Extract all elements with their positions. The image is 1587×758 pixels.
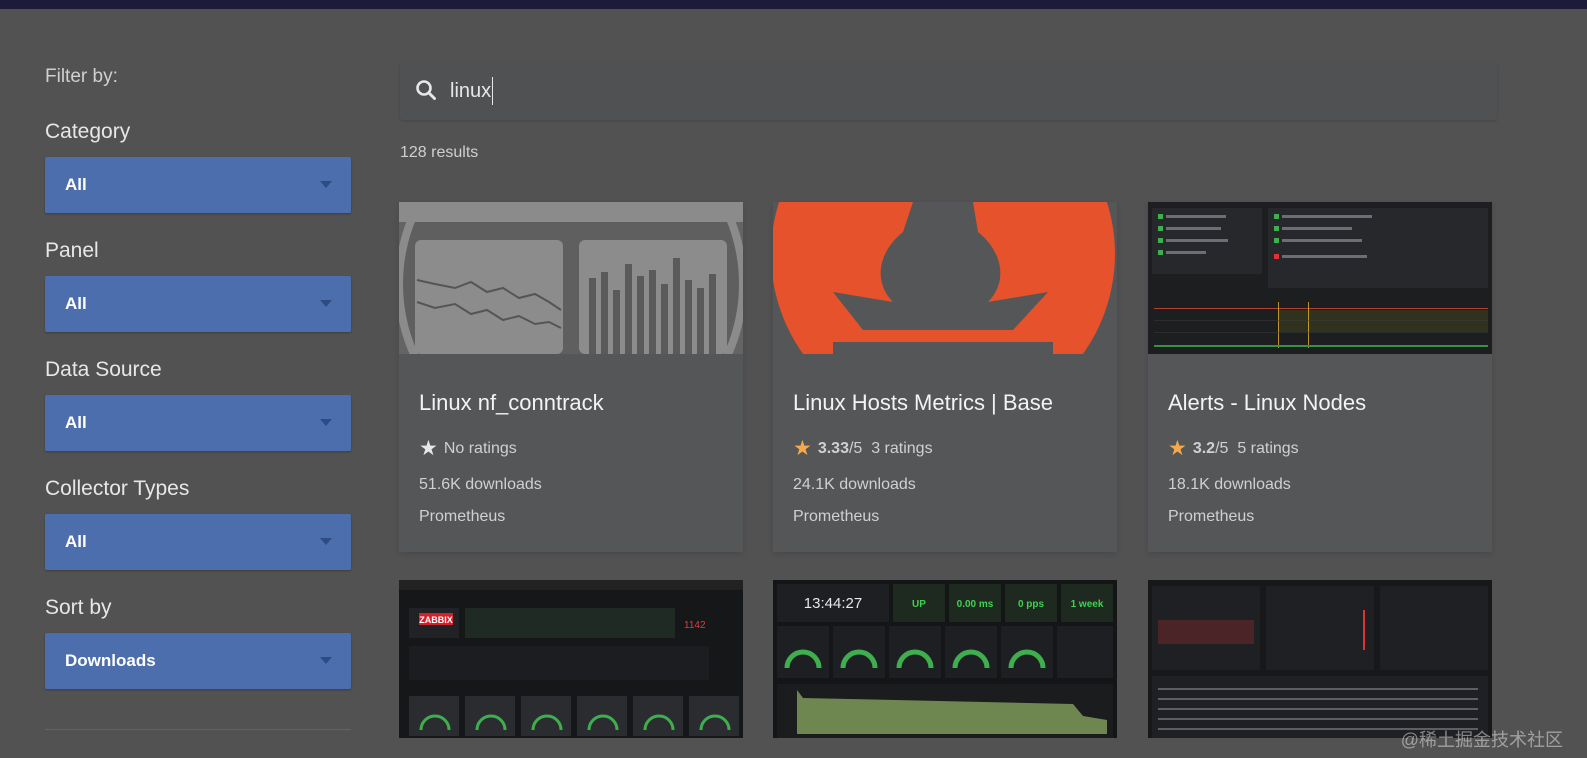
dashboard-card[interactable]: Linux Hosts Metrics | Base ★ 3.33/5 3 ra…	[773, 202, 1117, 552]
card-thumbnail	[1148, 580, 1492, 738]
card-title: Alerts - Linux Nodes	[1168, 390, 1367, 415]
card-rating: ★ 3.2/5 5 ratings	[1168, 437, 1299, 460]
card-title: Linux nf_conntrack	[419, 390, 604, 415]
data-source-label: Data Source	[45, 358, 162, 381]
zabbix-logo-text: ZABBIX	[419, 615, 453, 625]
sort-by-select[interactable]: Downloads	[45, 633, 351, 689]
card-thumbnail	[773, 202, 1117, 354]
clock-value: 13:44:27	[804, 595, 862, 612]
rating-max: /5	[848, 440, 863, 457]
card-title: Linux Hosts Metrics | Base	[793, 390, 1054, 415]
star-icon: ★	[793, 437, 812, 460]
sort-by-group: Sort by Downloads	[45, 595, 351, 689]
watermark: @稀土掘金技术社区	[1400, 730, 1563, 750]
card-thumbnail	[1148, 202, 1492, 354]
search-bar[interactable]: linux	[400, 62, 1497, 120]
category-group: Category All	[45, 119, 351, 213]
sort-by-value: Downloads	[65, 651, 156, 670]
sort-by-label: Sort by	[45, 596, 112, 619]
card-rating: ★ 3.33/5 3 ratings	[793, 437, 933, 460]
top-nav-bar	[0, 0, 1587, 9]
collector-types-label: Collector Types	[45, 477, 190, 500]
collector-types-value: All	[65, 532, 87, 551]
card-downloads: 51.6K downloads	[419, 476, 542, 493]
panel-select[interactable]: All	[45, 276, 351, 332]
search-icon	[416, 80, 436, 100]
packets-stat: 0 pps	[1018, 599, 1045, 610]
panel-group: Panel All	[45, 238, 351, 332]
panel-value: All	[65, 294, 87, 313]
card-thumbnail: 13:44:27 UP 0.00 ms 0 pps 1 week	[773, 580, 1117, 738]
zabbix-stat-value: 1142	[684, 620, 706, 631]
category-label: Category	[45, 120, 131, 143]
caret-down-icon	[320, 419, 332, 426]
card-thumbnail	[399, 202, 743, 354]
filter-by-label: Filter by:	[45, 66, 118, 87]
caret-down-icon	[320, 538, 332, 545]
caret-down-icon	[320, 300, 332, 307]
data-source-value: All	[65, 413, 87, 432]
collector-types-group: Collector Types All	[45, 476, 351, 570]
dashboard-card[interactable]	[1148, 580, 1492, 738]
caret-down-icon	[320, 657, 332, 664]
rating-text: 3 ratings	[871, 440, 933, 457]
data-source-group: Data Source All	[45, 357, 351, 451]
category-select[interactable]: All	[45, 157, 351, 213]
uptime-stat: UP	[912, 599, 926, 610]
star-icon: ★	[419, 437, 438, 460]
rating-text: 5 ratings	[1237, 440, 1299, 457]
duration-stat: 1 week	[1071, 599, 1104, 610]
sidebar-divider	[45, 729, 351, 730]
category-value: All	[65, 175, 87, 194]
latency-stat: 0.00 ms	[957, 599, 994, 610]
dashboard-card[interactable]: Alerts - Linux Nodes ★ 3.2/5 5 ratings 1…	[1148, 202, 1492, 552]
panel-label: Panel	[45, 239, 99, 262]
rating-score: 3.2	[1192, 440, 1216, 457]
card-data-source: Prometheus	[419, 508, 506, 525]
dashboard-card[interactable]: ZABBIX 1142	[399, 580, 743, 738]
star-icon: ★	[1168, 437, 1187, 460]
dashboard-card[interactable]: Linux nf_conntrack ★ No ratings 51.6K do…	[399, 202, 743, 552]
collector-types-select[interactable]: All	[45, 514, 351, 570]
filter-sidebar: Filter by: Category All Panel All Data S…	[45, 60, 351, 689]
results-count: 128 results	[400, 144, 479, 161]
rating-text: No ratings	[443, 440, 517, 457]
data-source-select[interactable]: All	[45, 395, 351, 451]
card-data-source: Prometheus	[793, 508, 880, 525]
card-downloads: 18.1K downloads	[1168, 476, 1291, 493]
card-rating: ★ No ratings	[419, 437, 517, 460]
dashboard-card[interactable]: 13:44:27 UP 0.00 ms 0 pps 1 week	[773, 580, 1117, 738]
card-downloads: 24.1K downloads	[793, 476, 916, 493]
rating-max: /5	[1215, 440, 1229, 457]
card-thumbnail: ZABBIX 1142	[399, 580, 743, 738]
caret-down-icon	[320, 181, 332, 188]
rating-score: 3.33	[817, 440, 849, 457]
search-input[interactable]: linux	[450, 77, 494, 105]
card-data-source: Prometheus	[1168, 508, 1255, 525]
